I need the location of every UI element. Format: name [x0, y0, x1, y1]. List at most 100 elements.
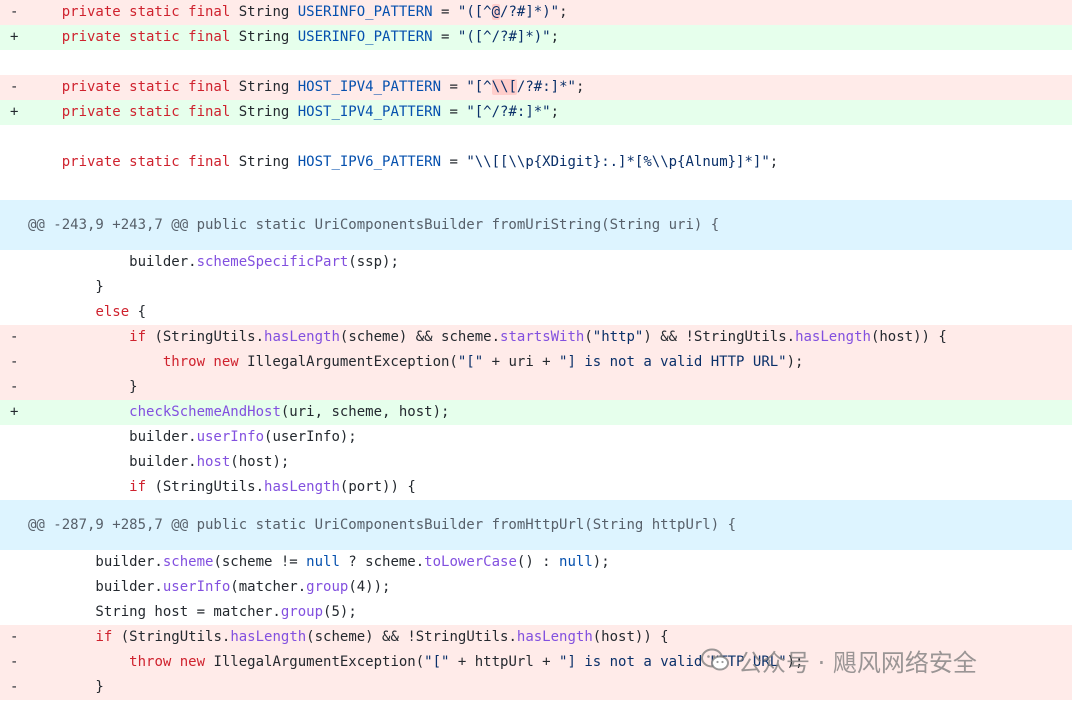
- code-token: null: [559, 554, 593, 570]
- blank-line: [0, 175, 1072, 200]
- code-text: private static final String USERINFO_PAT…: [28, 25, 559, 50]
- code-token: (host)) {: [592, 629, 669, 645]
- context-line: private static final String HOST_IPV6_PA…: [0, 150, 1072, 175]
- code-token: (host);: [230, 454, 290, 470]
- code-token: hasLength: [230, 629, 307, 645]
- code-token: (5);: [323, 604, 357, 620]
- code-diff-view: - private static final String USERINFO_P…: [0, 0, 1072, 700]
- code-token: HOST_IPV6_PATTERN: [297, 154, 442, 170]
- deleted-line: - private static final String HOST_IPV4_…: [0, 75, 1072, 100]
- context-line: builder.userInfo(matcher.group(4));: [0, 575, 1072, 600]
- code-token: private static final: [61, 79, 231, 95]
- code-token: }: [28, 679, 104, 695]
- code-token: private static final: [61, 154, 231, 170]
- code-token: (StringUtils.: [146, 479, 265, 495]
- code-token: (: [584, 329, 593, 345]
- context-line: builder.host(host);: [0, 450, 1072, 475]
- code-token: =: [441, 154, 467, 170]
- code-text: builder.userInfo(userInfo);: [28, 425, 357, 450]
- diff-marker: +: [10, 104, 19, 120]
- diff-marker: +: [10, 29, 19, 45]
- hunk-header-text: @@ -287,9 +285,7 @@ public static UriCom…: [28, 517, 737, 533]
- code-text: throw new IllegalArgumentException("[" +…: [28, 650, 803, 675]
- code-token: host: [196, 454, 231, 470]
- code-token: group: [280, 604, 324, 620]
- code-text: private static final String HOST_IPV6_PA…: [28, 150, 778, 175]
- code-token: (4));: [348, 579, 391, 595]
- code-token: String: [230, 104, 298, 120]
- code-token: HOST_IPV4_PATTERN: [297, 104, 442, 120]
- code-token: group: [306, 579, 349, 595]
- code-token: HOST_IPV4_PATTERN: [297, 79, 442, 95]
- diff-marker: -: [10, 329, 19, 345]
- code-token: {: [129, 304, 147, 320]
- blank-line: [0, 125, 1072, 150]
- context-line: String host = matcher.group(5);: [0, 600, 1072, 625]
- code-text: throw new IllegalArgumentException("[" +…: [28, 350, 804, 375]
- code-token: (uri, scheme, host);: [280, 404, 450, 420]
- code-token: builder.: [28, 254, 197, 270]
- diff-marker: -: [10, 354, 19, 370]
- blank-line: [0, 50, 1072, 75]
- code-token: );: [592, 554, 610, 570]
- code-token: String: [230, 4, 298, 20]
- context-line: }: [0, 275, 1072, 300]
- code-text: builder.host(host);: [28, 450, 289, 475]
- code-token: hasLength: [795, 329, 871, 345]
- code-token: schemeSpecificPart: [196, 254, 349, 270]
- code-text: builder.scheme(scheme != null ? scheme.t…: [28, 550, 610, 575]
- code-token: "] is not a valid HTTP URL": [559, 354, 787, 370]
- code-token: "([^: [457, 4, 492, 20]
- added-line: + private static final String HOST_IPV4_…: [0, 100, 1072, 125]
- code-token: (scheme) && scheme.: [339, 329, 501, 345]
- code-token: }: [28, 379, 138, 395]
- code-token: =: [441, 79, 467, 95]
- code-token: /?#]*)": [500, 4, 560, 20]
- code-token: String: [230, 79, 298, 95]
- code-token: null: [306, 554, 340, 570]
- code-token: String host = matcher.: [28, 604, 281, 620]
- code-token: + httpUrl +: [449, 654, 560, 670]
- code-token: "http": [592, 329, 644, 345]
- code-text: private static final String USERINFO_PAT…: [28, 0, 568, 25]
- code-token: if: [129, 479, 147, 495]
- code-text: }: [28, 275, 104, 300]
- code-token: (scheme !=: [213, 554, 307, 570]
- diff-marker: -: [10, 79, 19, 95]
- hunk-header: @@ -287,9 +285,7 @@ public static UriCom…: [0, 500, 1072, 550]
- code-token: (ssp);: [348, 254, 399, 270]
- code-token: throw new: [129, 654, 206, 670]
- deleted-line: - throw new IllegalArgumentException("["…: [0, 350, 1072, 375]
- code-text: else {: [28, 300, 146, 325]
- code-token: ;: [550, 104, 560, 120]
- code-token: userInfo: [196, 429, 265, 445]
- code-token: else: [95, 304, 130, 320]
- code-token: /?#:]*": [516, 79, 576, 95]
- watermark: 公众号 · 飓风网络安全: [700, 641, 977, 679]
- code-token: }: [28, 279, 104, 295]
- code-text: checkSchemeAndHost(uri, scheme, host);: [28, 400, 449, 425]
- code-token: (StringUtils.: [112, 629, 231, 645]
- code-token: if: [95, 629, 113, 645]
- code-token: scheme: [162, 554, 214, 570]
- code-token: builder.: [28, 454, 197, 470]
- code-token: ;: [550, 29, 560, 45]
- code-text: private static final String HOST_IPV4_PA…: [28, 75, 584, 100]
- deleted-line: - if (StringUtils.hasLength(scheme) && s…: [0, 325, 1072, 350]
- code-token: "[": [424, 654, 450, 670]
- code-token: ;: [575, 79, 585, 95]
- code-token: private static final: [61, 4, 231, 20]
- deleted-line: - }: [0, 375, 1072, 400]
- code-token: (StringUtils.: [146, 329, 265, 345]
- code-token: (host)) {: [870, 329, 947, 345]
- hunk-header: @@ -243,9 +243,7 @@ public static UriCom…: [0, 200, 1072, 250]
- context-line: builder.scheme(scheme != null ? scheme.t…: [0, 550, 1072, 575]
- code-token: "[^/?#:]*": [466, 104, 551, 120]
